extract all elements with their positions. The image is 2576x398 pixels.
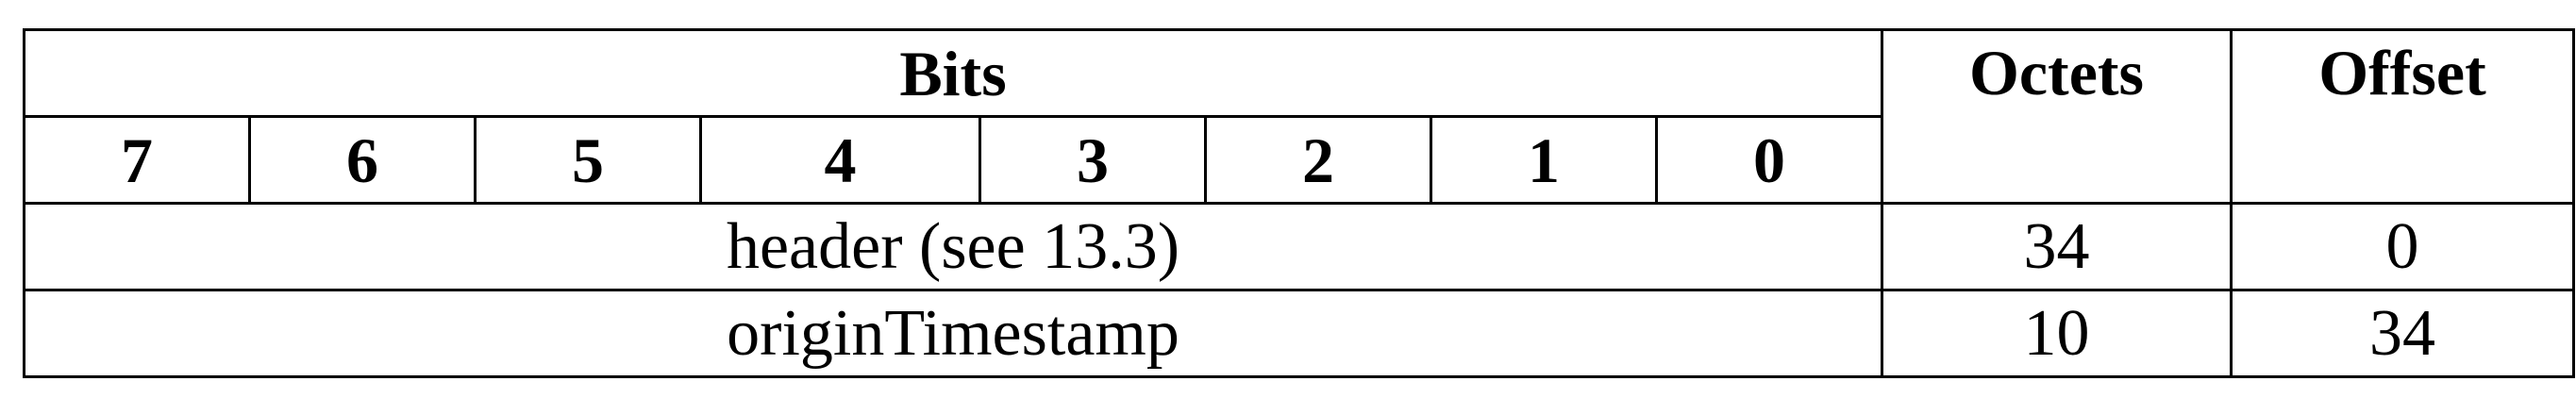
field-name-cell: originTimestamp: [23, 289, 1883, 378]
bit-label: 7: [23, 115, 251, 205]
octets-cell: 10: [1881, 289, 2233, 378]
offset-cell: 0: [2230, 202, 2575, 291]
octets-cell: 34: [1881, 202, 2233, 291]
table-row: originTimestamp 10 34: [23, 289, 2575, 378]
bits-header: Bits: [23, 28, 1883, 118]
field-name-cell: header (see 13.3): [23, 202, 1883, 291]
bit-label: 1: [1430, 115, 1658, 205]
table-row: header (see 13.3) 34 0: [23, 202, 2575, 291]
bit-label: 3: [979, 115, 1207, 205]
octets-header: Octets: [1881, 28, 2233, 205]
bit-label: 4: [699, 115, 981, 205]
header-row: Bits Octets Offset: [23, 28, 2575, 205]
bit-label: 2: [1204, 115, 1432, 205]
offset-header: Offset: [2230, 28, 2575, 205]
bit-label: 0: [1655, 115, 1883, 205]
bit-label: 5: [474, 115, 702, 205]
message-format-table: Bits Octets Offset 7 6 5 4 3 2 1 0 heade…: [23, 28, 2575, 378]
offset-cell: 34: [2230, 289, 2575, 378]
bit-label: 6: [248, 115, 477, 205]
message-format-table-container: Bits Octets Offset 7 6 5 4 3 2 1 0 heade…: [23, 28, 2575, 378]
